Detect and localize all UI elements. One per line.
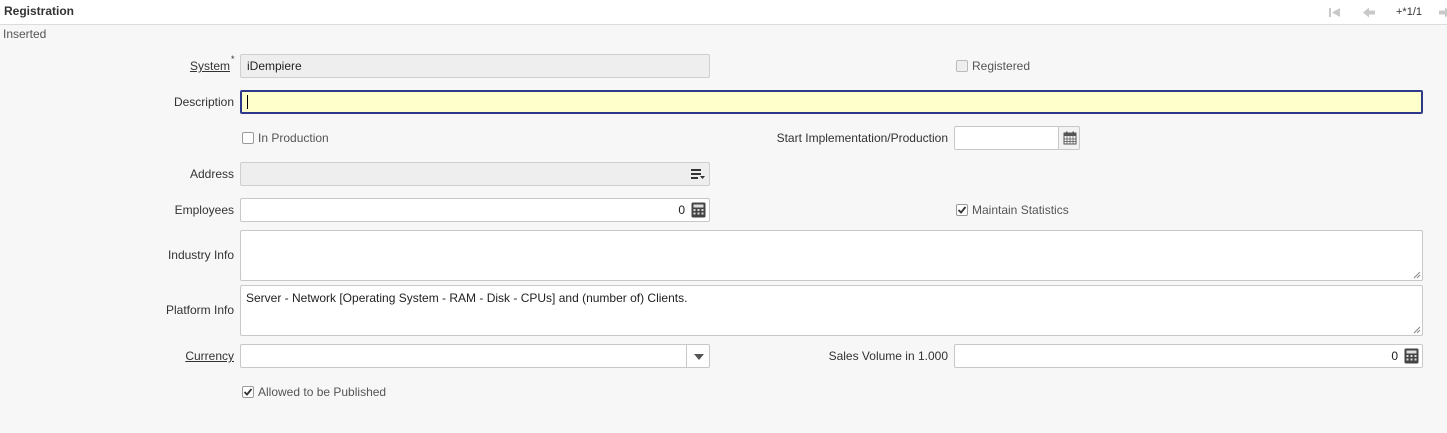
platform-info-label: Platform Info (165, 303, 234, 317)
employees-label: Employees (174, 203, 234, 217)
currency-label[interactable]: Currency (120, 349, 234, 363)
checkbox-box (956, 60, 968, 72)
allowed-published-label: Allowed to be Published (258, 385, 387, 399)
start-implementation-label: Start Implementation/Production (776, 131, 948, 145)
platform-info-value: Server - Network [Operating System - RAM… (246, 291, 688, 305)
checkmark-icon (243, 388, 253, 396)
checkbox-box (242, 132, 254, 144)
calculator-icon[interactable] (1404, 348, 1419, 364)
record-count: +*1/1 (1396, 6, 1422, 18)
checkbox-box (242, 386, 254, 398)
system-field[interactable]: iDempiere (240, 54, 710, 78)
first-record-icon[interactable] (1328, 6, 1342, 19)
window-title: Registration (4, 4, 75, 18)
checkmark-icon (957, 206, 967, 214)
in-production-checkbox[interactable]: In Production (242, 131, 329, 145)
sales-volume-label: Sales Volume in 1.000 (828, 349, 948, 363)
chevron-down-icon (694, 354, 704, 360)
maintain-statistics-label: Maintain Statistics (972, 203, 1069, 217)
next-record-icon[interactable] (1438, 6, 1447, 19)
calculator-icon[interactable] (691, 202, 706, 218)
in-production-label: In Production (258, 131, 329, 145)
start-implementation-input[interactable] (954, 126, 1059, 150)
window-header: Registration +*1/1 (0, 0, 1447, 25)
system-label[interactable]: System (150, 59, 230, 73)
description-input[interactable] (240, 90, 1423, 114)
employees-value: 0 (678, 203, 685, 217)
text-caret (247, 95, 248, 109)
registered-checkbox[interactable]: Registered (956, 59, 1030, 73)
previous-record-icon[interactable] (1362, 6, 1376, 19)
calendar-button[interactable] (1058, 126, 1080, 150)
description-label: Description (173, 95, 234, 109)
sales-volume-value: 0 (1391, 349, 1398, 363)
currency-dropdown-button[interactable] (686, 344, 710, 368)
status-text: Inserted (3, 27, 47, 41)
currency-select[interactable] (240, 344, 687, 368)
resize-handle-icon[interactable] (1413, 326, 1421, 334)
address-label: Address (189, 167, 234, 181)
checkbox-box (956, 204, 968, 216)
industry-info-textarea[interactable] (240, 230, 1423, 281)
registered-label: Registered (972, 59, 1031, 73)
maintain-statistics-checkbox[interactable]: Maintain Statistics (956, 203, 1069, 217)
industry-info-label: Industry Info (167, 248, 234, 262)
calendar-icon (1063, 131, 1077, 145)
employees-input[interactable]: 0 (240, 198, 710, 222)
platform-info-textarea[interactable]: Server - Network [Operating System - RAM… (240, 285, 1423, 336)
address-field[interactable] (240, 162, 710, 186)
location-icon[interactable] (691, 168, 705, 180)
sales-volume-input[interactable]: 0 (954, 344, 1423, 368)
resize-handle-icon[interactable] (1413, 271, 1421, 279)
required-marker: * (231, 54, 235, 64)
allowed-published-checkbox[interactable]: Allowed to be Published (242, 385, 386, 399)
